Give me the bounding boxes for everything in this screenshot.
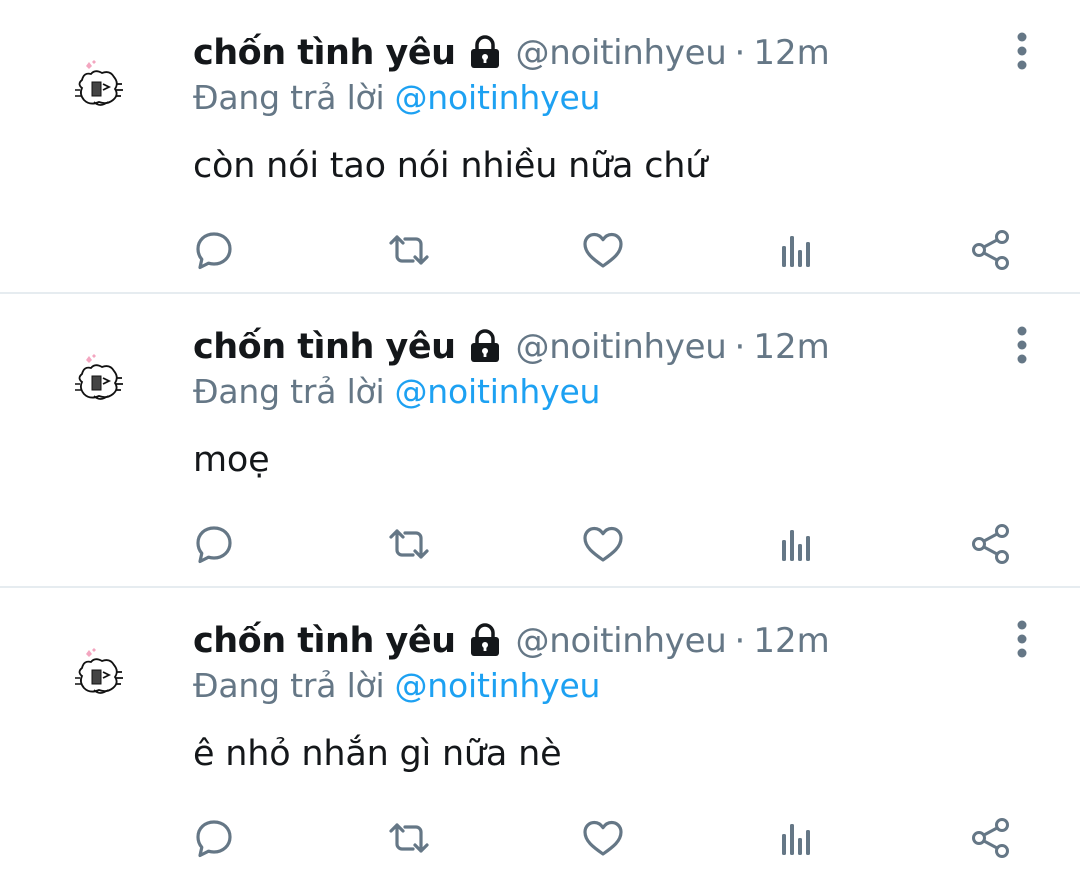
avatar[interactable] — [72, 644, 138, 710]
tweet-actions — [0, 222, 1080, 278]
separator-dot: · — [734, 621, 746, 661]
tweet-actions — [0, 516, 1080, 572]
handle[interactable]: @noitinhyeu — [516, 327, 727, 367]
handle[interactable]: @noitinhyeu — [516, 621, 727, 661]
avatar[interactable] — [72, 350, 138, 416]
lock-icon — [466, 622, 504, 660]
share-icon[interactable] — [967, 520, 1015, 568]
tweet[interactable]: chốn tình yêu @noitinhyeu · 12m Đang trả… — [0, 294, 1080, 588]
tweet-text: còn nói tao nói nhiều nữa chứ — [193, 146, 708, 186]
reply-context: Đang trả lời @noitinhyeu — [193, 78, 600, 117]
like-icon[interactable] — [579, 226, 627, 274]
timestamp[interactable]: 12m — [753, 327, 829, 367]
like-icon[interactable] — [579, 520, 627, 568]
handle[interactable]: @noitinhyeu — [516, 33, 727, 73]
tweet-header: chốn tình yêu @noitinhyeu · 12m — [193, 28, 830, 78]
avatar[interactable] — [72, 56, 138, 122]
tweet-actions — [0, 810, 1080, 866]
tweet[interactable]: chốn tình yêu @noitinhyeu · 12m Đang trả… — [0, 588, 1080, 881]
reply-icon[interactable] — [190, 814, 238, 862]
reply-context: Đang trả lời @noitinhyeu — [193, 666, 600, 705]
display-name[interactable]: chốn tình yêu — [193, 621, 456, 661]
tweet-header: chốn tình yêu @noitinhyeu · 12m — [193, 322, 830, 372]
reply-icon[interactable] — [190, 226, 238, 274]
lock-icon — [466, 34, 504, 72]
share-icon[interactable] — [967, 814, 1015, 862]
reply-to-link[interactable]: @noitinhyeu — [395, 666, 601, 705]
analytics-icon[interactable] — [773, 226, 821, 274]
separator-dot: · — [734, 327, 746, 367]
separator-dot: · — [734, 33, 746, 73]
reply-prefix: Đang trả lời — [193, 78, 385, 117]
reply-to-link[interactable]: @noitinhyeu — [395, 78, 601, 117]
tweet-feed: chốn tình yêu @noitinhyeu · 12m Đang trả… — [0, 0, 1080, 881]
timestamp[interactable]: 12m — [753, 33, 829, 73]
timestamp[interactable]: 12m — [753, 621, 829, 661]
more-vertical-icon[interactable] — [1006, 30, 1038, 72]
tweet-header: chốn tình yêu @noitinhyeu · 12m — [193, 616, 830, 666]
retweet-icon[interactable] — [385, 226, 433, 274]
share-icon[interactable] — [967, 226, 1015, 274]
retweet-icon[interactable] — [385, 814, 433, 862]
analytics-icon[interactable] — [773, 520, 821, 568]
more-vertical-icon[interactable] — [1006, 324, 1038, 366]
reply-icon[interactable] — [190, 520, 238, 568]
like-icon[interactable] — [579, 814, 627, 862]
lock-icon — [466, 328, 504, 366]
reply-to-link[interactable]: @noitinhyeu — [395, 372, 601, 411]
reply-context: Đang trả lời @noitinhyeu — [193, 372, 600, 411]
tweet-text: ê nhỏ nhắn gì nữa nè — [193, 734, 562, 774]
display-name[interactable]: chốn tình yêu — [193, 327, 456, 367]
retweet-icon[interactable] — [385, 520, 433, 568]
analytics-icon[interactable] — [773, 814, 821, 862]
display-name[interactable]: chốn tình yêu — [193, 33, 456, 73]
tweet[interactable]: chốn tình yêu @noitinhyeu · 12m Đang trả… — [0, 0, 1080, 294]
more-vertical-icon[interactable] — [1006, 618, 1038, 660]
reply-prefix: Đang trả lời — [193, 372, 385, 411]
tweet-text: moẹ — [193, 440, 270, 480]
reply-prefix: Đang trả lời — [193, 666, 385, 705]
